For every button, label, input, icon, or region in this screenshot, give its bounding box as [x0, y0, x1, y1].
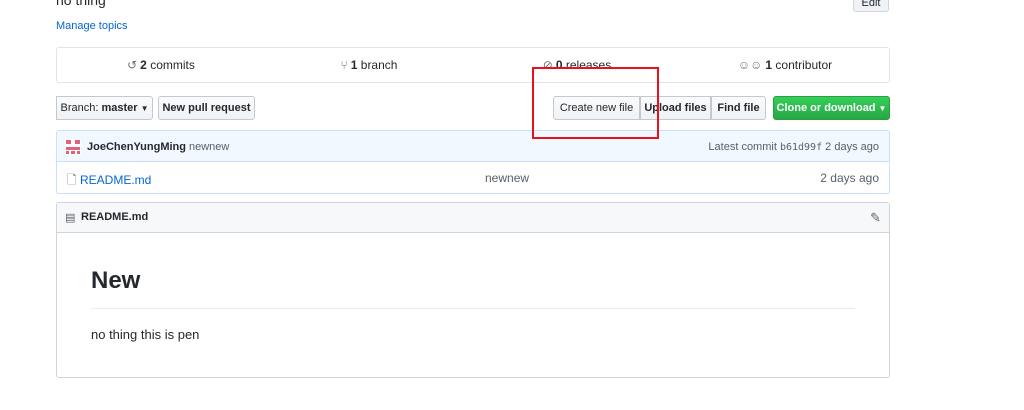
chevron-down-icon: ▼: [878, 104, 887, 113]
file-name: README.md: [80, 173, 152, 187]
readme-header: ▤ README.md ✎: [57, 203, 889, 233]
commits-link[interactable]: ↺ 2 commits: [57, 58, 265, 72]
commits-label: commits: [150, 58, 195, 72]
contributors-count: 1: [765, 58, 773, 72]
history-icon: ↺: [127, 58, 138, 72]
pencil-icon[interactable]: ✎: [870, 210, 881, 226]
repo-description: no thing: [56, 0, 106, 8]
file-icon: 🗋: [67, 173, 77, 187]
readme-divider: [91, 308, 855, 309]
book-icon: ▤: [65, 212, 76, 224]
readme-title: README.md: [81, 211, 149, 223]
readme-paragraph: no thing this is pen: [91, 327, 200, 342]
clone-or-download-button[interactable]: Clone or download ▼: [773, 96, 890, 120]
commits-count: 2: [140, 58, 147, 72]
releases-label: releases: [565, 58, 612, 72]
file-row: 🗋 README.md newnew 2 days ago: [56, 162, 890, 194]
commit-sha-link[interactable]: b61d99f: [780, 142, 822, 153]
commit-author-link[interactable]: JoeChenYungMing newnew: [87, 141, 229, 153]
people-icon: ☺☺: [737, 58, 763, 72]
create-new-file-button[interactable]: Create new file: [553, 96, 640, 120]
contributors-link[interactable]: ☺☺ 1 contributor: [681, 58, 889, 72]
latest-commit-bar: JoeChenYungMing newnew Latest commit b61d…: [56, 130, 890, 162]
file-commit-message[interactable]: newnew: [485, 171, 529, 185]
file-age: 2 days ago: [820, 171, 879, 185]
latest-commit-prefix: Latest commit: [708, 141, 777, 153]
find-file-button[interactable]: Find file: [711, 96, 766, 120]
chevron-down-icon: ▼: [140, 104, 149, 113]
manage-topics-link[interactable]: Manage topics: [56, 20, 128, 32]
readme-panel: ▤ README.md ✎ New no thing this is pen: [56, 202, 890, 378]
branches-link[interactable]: ⑂ 1 branch: [265, 58, 473, 72]
clone-or-download-label: Clone or download: [776, 102, 876, 114]
edit-description-button[interactable]: Edit: [853, 0, 889, 12]
git-branch-icon: ⑂: [340, 58, 348, 72]
repo-summary-bar: ↺ 2 commits ⑂ 1 branch ⊘ 0 releases ☺☺ 1 con…: [56, 47, 890, 83]
commit-age: 2 days ago: [825, 141, 879, 153]
new-pull-request-button[interactable]: New pull request: [158, 96, 255, 120]
file-link[interactable]: 🗋 README.md: [67, 171, 151, 192]
branch-select-value: master: [101, 102, 138, 114]
releases-link[interactable]: ⊘ 0 releases: [473, 58, 681, 72]
contributors-label: contributor: [775, 58, 833, 72]
releases-count: 0: [555, 58, 563, 72]
commit-message[interactable]: newnew: [189, 141, 229, 153]
tag-icon: ⊘: [542, 58, 553, 72]
latest-commit-info: Latest commit b61d99f 2 days ago: [708, 141, 879, 153]
commit-author: JoeChenYungMing: [87, 141, 186, 153]
avatar[interactable]: [65, 139, 81, 155]
upload-files-button[interactable]: Upload files: [640, 96, 711, 120]
branches-count: 1: [350, 58, 358, 72]
readme-heading: New: [91, 267, 141, 294]
branch-select-button[interactable]: Branch: master ▼: [56, 96, 153, 120]
branches-label: branch: [360, 58, 398, 72]
branch-select-label: Branch:: [60, 102, 99, 114]
